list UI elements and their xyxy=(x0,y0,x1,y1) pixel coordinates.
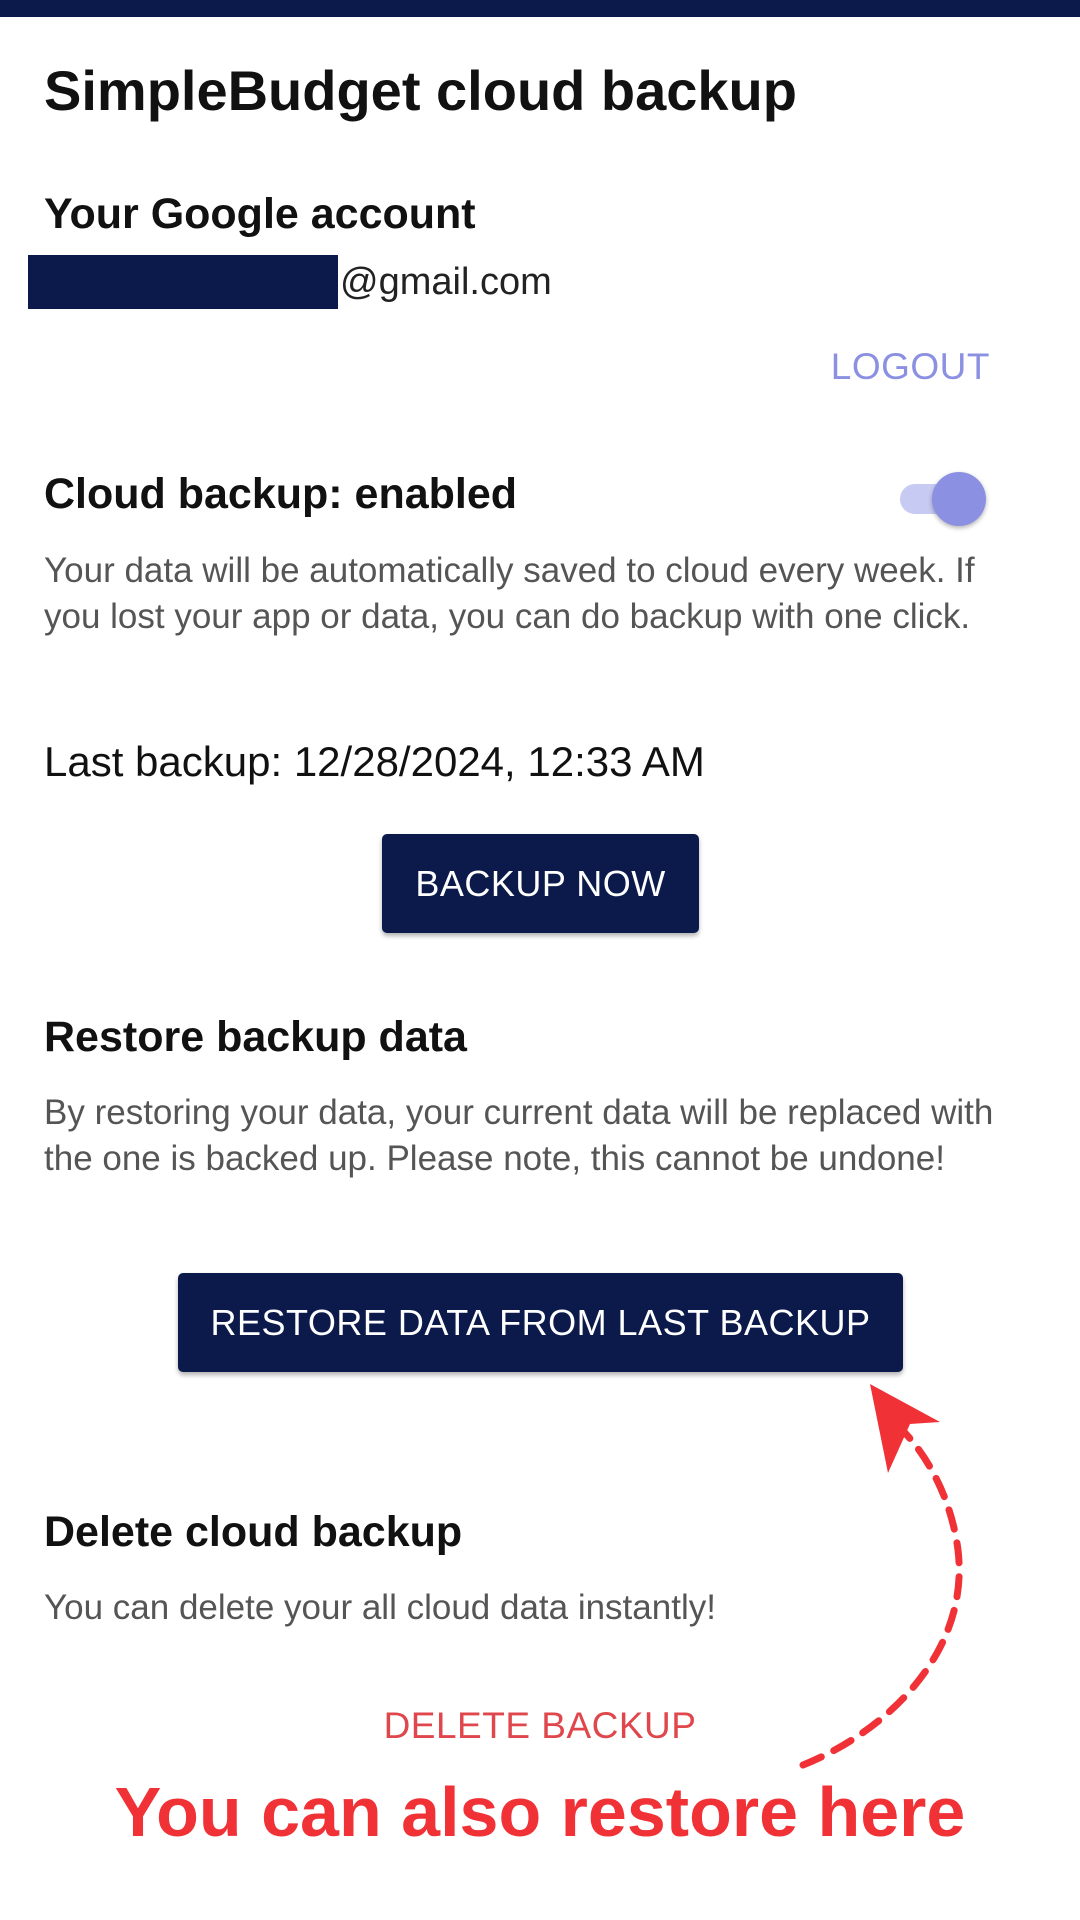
cloud-backup-toggle[interactable] xyxy=(896,470,986,526)
logout-button[interactable]: LOGOUT xyxy=(831,346,990,388)
cloud-backup-description: Your data will be automatically saved to… xyxy=(44,551,975,636)
last-backup-timestamp: Last backup: 12/28/2024, 12:33 AM xyxy=(44,738,705,785)
annotation-caption: You can also restore here xyxy=(114,1773,966,1851)
status-bar xyxy=(0,0,1080,17)
redacted-username xyxy=(28,255,338,309)
delete-heading: Delete cloud backup xyxy=(44,1508,463,1556)
cloud-backup-heading: Cloud backup: enabled xyxy=(44,470,518,518)
restore-heading: Restore backup data xyxy=(44,1013,467,1061)
account-heading: Your Google account xyxy=(44,190,476,238)
restore-description: By restoring your data, your current dat… xyxy=(44,1093,994,1178)
email-suffix: @gmail.com xyxy=(340,260,552,303)
account-email: @gmail.com xyxy=(28,254,552,310)
toggle-thumb xyxy=(932,472,986,526)
backup-now-button[interactable]: BACKUP NOW xyxy=(382,834,699,933)
restore-data-button[interactable]: RESTORE DATA FROM LAST BACKUP xyxy=(178,1273,903,1372)
page-title: SimpleBudget cloud backup xyxy=(44,59,797,122)
dashed-curved-arrow-icon xyxy=(799,1384,963,1769)
